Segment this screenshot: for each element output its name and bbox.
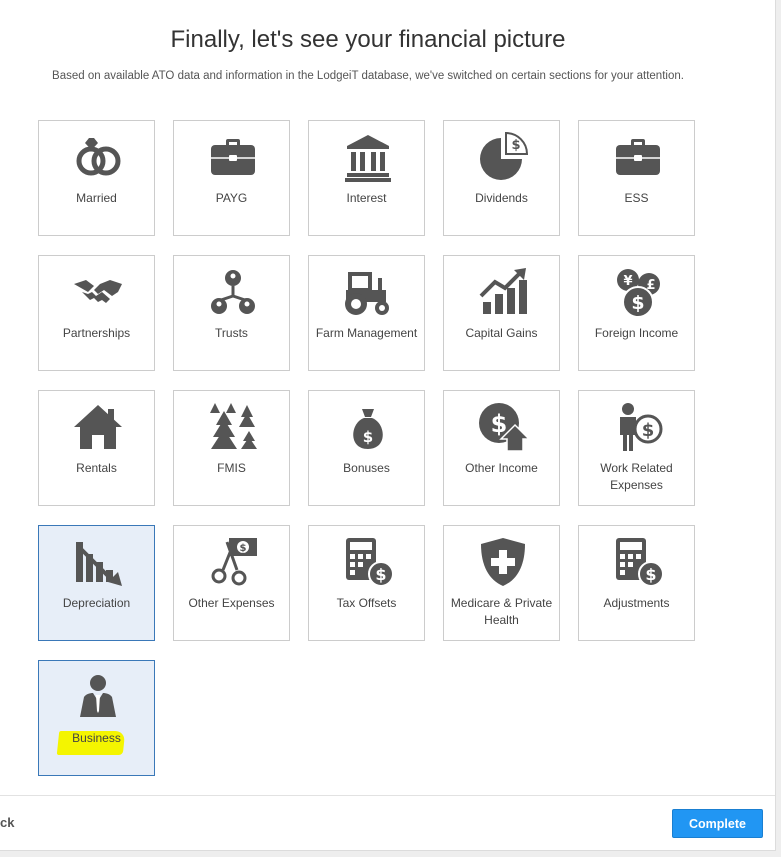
- section-tile-label: Farm Management: [315, 326, 418, 340]
- section-tile-trusts[interactable]: Trusts: [173, 255, 290, 371]
- businessman-icon: [72, 671, 124, 723]
- house-icon: [72, 401, 124, 453]
- section-tile-label: Rentals: [76, 461, 117, 475]
- section-tile-interest[interactable]: Interest: [308, 120, 425, 236]
- section-tile-foreign-income[interactable]: ¥ £ $ Foreign Income: [578, 255, 695, 371]
- svg-text:$: $: [511, 138, 520, 153]
- currency-coins-icon: ¥ £ $: [612, 266, 664, 318]
- married-rings-icon: [72, 131, 124, 183]
- section-tile-label: PAYG: [215, 191, 248, 205]
- section-tile-capital-gains[interactable]: Capital Gains: [443, 255, 560, 371]
- bank-icon: [342, 131, 394, 183]
- section-tile-adjustments[interactable]: $ Adjustments: [578, 525, 695, 641]
- shield-cross-icon: [477, 536, 529, 588]
- section-tile-label: Trusts: [215, 326, 248, 340]
- section-tile-label: FMIS: [217, 461, 246, 475]
- svg-text:$: $: [642, 420, 655, 441]
- svg-text:$: $: [240, 543, 247, 554]
- scissors-cash-icon: $: [207, 536, 259, 588]
- section-tile-farm-management[interactable]: Farm Management: [308, 255, 425, 371]
- section-tile-label: Foreign Income: [594, 326, 679, 340]
- section-tile-label: Work Related Expenses: [600, 461, 673, 492]
- svg-text:£: £: [646, 278, 655, 293]
- calculator-dollar-icon: $: [612, 536, 664, 588]
- declining-chart-icon: [72, 536, 124, 588]
- worker-dollar-icon: $: [612, 401, 664, 453]
- section-tile-label: Capital Gains: [465, 326, 538, 340]
- section-tile-married[interactable]: Married: [38, 120, 155, 236]
- tractor-icon: [342, 266, 394, 318]
- page-title: Finally, let's see your financial pictur…: [170, 26, 566, 53]
- section-tile-business[interactable]: Business: [38, 660, 155, 776]
- svg-text:¥: ¥: [623, 274, 632, 289]
- section-tile-partnerships[interactable]: Partnerships: [38, 255, 155, 371]
- financial-picture-panel: Finally, let's see your financial pictur…: [0, 0, 776, 851]
- back-button[interactable]: ck: [0, 815, 14, 830]
- section-tile-dividends[interactable]: $ Dividends: [443, 120, 560, 236]
- complete-button[interactable]: Complete: [672, 809, 763, 838]
- people-network-icon: [207, 266, 259, 318]
- section-tile-payg[interactable]: PAYG: [173, 120, 290, 236]
- page-subtitle: Based on available ATO data and informat…: [52, 70, 684, 82]
- section-tile-label: Other Income: [465, 461, 538, 475]
- section-tile-label: Medicare & Private Health: [450, 596, 553, 627]
- section-tile-work-related-expenses[interactable]: $ Work Related Expenses: [578, 390, 695, 506]
- briefcase-icon: [207, 131, 259, 183]
- handshake-icon: [72, 266, 124, 318]
- section-tile-other-expenses[interactable]: $ Other Expenses: [173, 525, 290, 641]
- section-tile-label: Adjustments: [603, 596, 670, 610]
- section-tile-label: Interest: [346, 191, 387, 205]
- section-tile-label: Bonuses: [343, 461, 390, 475]
- dollar-up-arrow-icon: $: [477, 401, 529, 453]
- section-tile-tax-offsets[interactable]: $ Tax Offsets: [308, 525, 425, 641]
- growth-chart-icon: [477, 266, 529, 318]
- section-tile-label: Dividends: [475, 191, 528, 205]
- section-tile-fmis[interactable]: FMIS: [173, 390, 290, 506]
- svg-text:$: $: [491, 410, 508, 438]
- section-tile-other-income[interactable]: $ Other Income: [443, 390, 560, 506]
- section-tile-medicare-and-private-health[interactable]: Medicare & Private Health: [443, 525, 560, 641]
- section-tile-label: Married: [76, 191, 117, 205]
- svg-text:$: $: [631, 292, 644, 314]
- section-tile-bonuses[interactable]: $ Bonuses: [308, 390, 425, 506]
- section-tile-label: Partnerships: [62, 326, 131, 340]
- svg-text:$: $: [375, 565, 386, 584]
- section-tile-label: Depreciation: [62, 596, 131, 610]
- footer-bar: ck Complete: [0, 795, 775, 851]
- svg-text:$: $: [363, 428, 373, 446]
- calculator-dollar-icon: $: [342, 536, 394, 588]
- section-tile-label: Other Expenses: [188, 596, 275, 610]
- section-tile-label: ESS: [624, 191, 649, 205]
- money-bag-icon: $: [342, 401, 394, 453]
- section-tile-ess[interactable]: ESS: [578, 120, 695, 236]
- section-tile-label: Tax Offsets: [336, 596, 397, 610]
- forest-trees-icon: [207, 401, 259, 453]
- section-tile-rentals[interactable]: Rentals: [38, 390, 155, 506]
- briefcase-icon: [612, 131, 664, 183]
- section-tile-label: Business: [72, 731, 121, 745]
- section-tile-depreciation[interactable]: Depreciation: [38, 525, 155, 641]
- pie-chart-dollar-icon: $: [477, 131, 529, 183]
- svg-text:$: $: [645, 565, 656, 584]
